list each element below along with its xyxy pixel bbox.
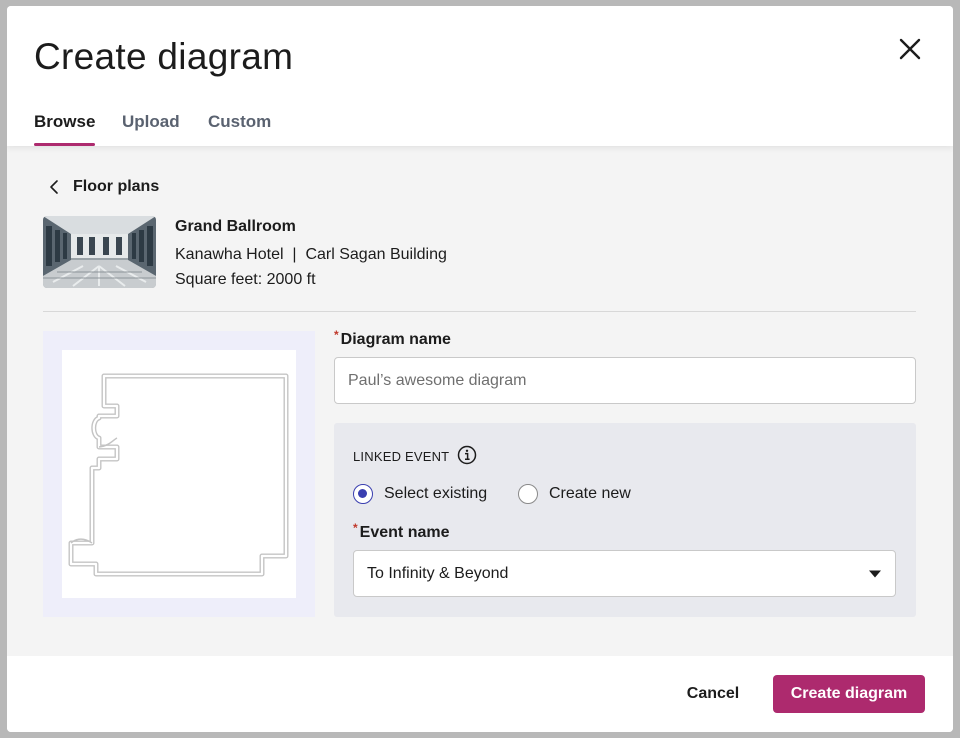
- back-to-floor-plans[interactable]: Floor plans: [47, 176, 159, 198]
- event-name-value: To Infinity & Beyond: [367, 564, 509, 582]
- modal-title: Create diagram: [34, 36, 294, 77]
- radio-select-existing-label: Select existing: [384, 485, 488, 502]
- create-diagram-button[interactable]: Create diagram: [773, 675, 925, 713]
- close-button[interactable]: [895, 34, 925, 64]
- room-name: Grand Ballroom: [175, 218, 296, 235]
- radio-checked-icon: [353, 484, 373, 504]
- radio-unchecked-icon: [518, 484, 538, 504]
- info-icon[interactable]: [457, 445, 477, 468]
- chevron-left-icon: [50, 180, 58, 194]
- event-name-select[interactable]: To Infinity & Beyond: [353, 550, 896, 597]
- radio-create-new-label: Create new: [549, 485, 631, 502]
- modal-header: Create diagram Browse Upload Custom: [7, 6, 953, 146]
- modal-footer: Cancel Create diagram: [7, 656, 953, 732]
- caret-down-icon: [869, 570, 881, 577]
- floor-plan-preview: [43, 331, 315, 617]
- room-thumbnail: [43, 216, 156, 288]
- linked-event-title: LINKED EVENT: [353, 449, 450, 464]
- room-location: Kanawha Hotel | Carl Sagan Building: [175, 246, 447, 263]
- cancel-button[interactable]: Cancel: [671, 675, 755, 712]
- tab-browse[interactable]: Browse: [34, 112, 96, 146]
- diagram-name-label: * Diagram name: [334, 328, 451, 348]
- diagram-name-input[interactable]: [334, 357, 916, 404]
- required-marker: *: [353, 521, 358, 535]
- radio-select-existing[interactable]: Select existing: [353, 483, 487, 505]
- radio-create-new[interactable]: Create new: [518, 483, 631, 505]
- tab-custom[interactable]: Custom: [208, 112, 271, 146]
- required-marker: *: [334, 328, 339, 342]
- linked-event-panel: LINKED EVENT Select existing Create new: [334, 423, 916, 617]
- floor-plan-card: [62, 350, 296, 598]
- floor-plan-outline: [68, 373, 289, 577]
- breadcrumb-label: Floor plans: [73, 178, 160, 195]
- event-name-label: * Event name: [353, 521, 450, 541]
- tab-upload[interactable]: Upload: [122, 112, 180, 146]
- section-divider: [43, 311, 916, 312]
- close-icon: [899, 38, 921, 60]
- linked-event-header: LINKED EVENT: [353, 445, 477, 468]
- modal-body: Floor plans Grand Ballroom Kanawha Hotel…: [7, 146, 953, 656]
- create-diagram-modal: Create diagram Browse Upload Custom Floo…: [7, 6, 953, 732]
- room-size: Square feet: 2000 ft: [175, 271, 316, 288]
